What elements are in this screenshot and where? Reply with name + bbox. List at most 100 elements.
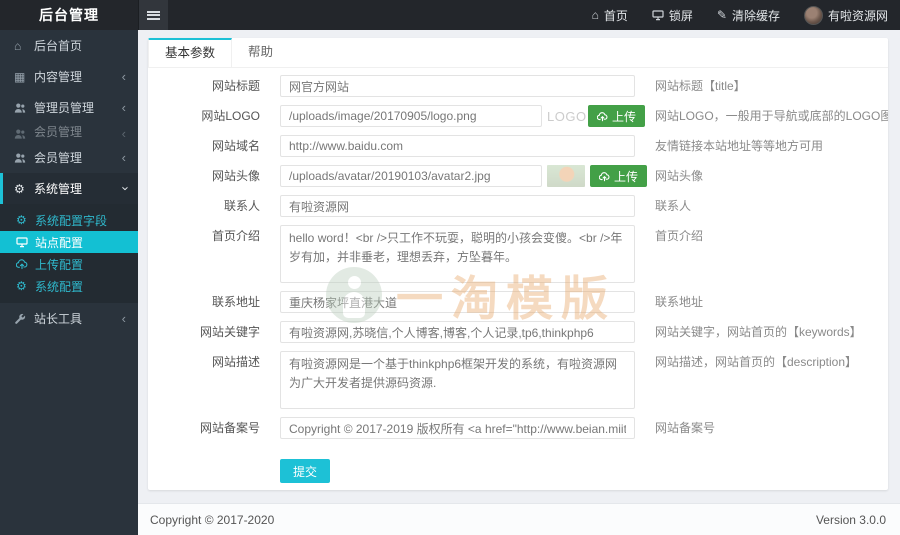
field-label: 网站备案号: [199, 421, 260, 435]
field-label: 首页介绍: [211, 229, 260, 243]
field-help: 网站LOGO，一般用于导航或底部的LOGO图片: [655, 109, 888, 123]
cloud-upload-icon: [599, 171, 610, 182]
site-description-textarea[interactable]: 有啦资源网是一个基于thinkphp6框架开发的系统，有啦资源网为广大开发者提供…: [280, 351, 635, 409]
home-intro-textarea[interactable]: hello word！<br />只工作不玩耍，聪明的小孩会变傻。<br />年…: [280, 225, 635, 283]
contact-address-input[interactable]: [280, 291, 635, 313]
settings-card: 基本参数 帮助 网站标题 网站标题【title】 网站LOGO LOGO 上传: [148, 38, 888, 490]
field-site-domain: 网站域名 友情链接本站地址等等地方可用: [148, 135, 888, 157]
site-keywords-input[interactable]: [280, 321, 635, 343]
user-avatar: [803, 5, 823, 25]
sidebar-item-admins[interactable]: 管理员管理 ‹: [0, 92, 138, 123]
chevron-down-icon: ‹: [116, 186, 132, 191]
upload-avatar-button[interactable]: 上传: [590, 165, 648, 187]
chevron-left-icon: ‹: [121, 126, 126, 141]
nav-clear-cache-label: 清除缓存: [731, 8, 780, 23]
sidebar-item-members[interactable]: 会员管理 ‹: [0, 142, 138, 173]
collapse-menu-button[interactable]: [138, 0, 168, 30]
chevron-left-icon: ‹: [121, 100, 126, 115]
field-site-logo: 网站LOGO LOGO 上传 网站LOGO，一般用于导航或底部的LOGO图片: [148, 105, 888, 127]
avatar-preview-image: [547, 165, 585, 187]
upload-button-label: 上传: [614, 169, 639, 184]
field-label: 网站关键字: [199, 325, 260, 339]
cloud-upload-icon: [16, 258, 35, 270]
home-icon: ⌂: [14, 38, 22, 53]
sidebar-item-label: 会员管理: [34, 125, 83, 139]
sidebar-item-label: 系统管理: [34, 182, 83, 196]
sidebar: ⌂ 后台首页 ▦ 内容管理 ‹ 管理员管理 ‹ 会员管理 ‹ 会员管理 ‹ ⚙ …: [0, 30, 138, 535]
chevron-left-icon: ‹: [121, 150, 126, 165]
wrench-icon: [14, 313, 34, 325]
logo-preview: LOGO: [547, 108, 587, 124]
field-label: 联系地址: [211, 295, 260, 309]
submit-row: 提交: [148, 459, 888, 483]
sidebar-item-label: 管理员管理: [34, 101, 95, 115]
site-domain-input[interactable]: [280, 135, 635, 157]
sidebar-subitem-label: 系统配置字段: [35, 213, 108, 228]
sidebar-subitem-label: 站点配置: [35, 235, 84, 250]
site-logo-input[interactable]: [280, 105, 542, 127]
site-icp-input[interactable]: [280, 417, 635, 439]
sidebar-item-system[interactable]: ⚙ 系统管理 ‹: [0, 173, 138, 204]
gear-icon: ⚙: [16, 279, 27, 293]
grid-icon: ▦: [14, 69, 26, 84]
sidebar-subitem-label: 上传配置: [35, 257, 84, 272]
gear-icon: ⚙: [14, 181, 25, 196]
field-help: 友情链接本站地址等等地方可用: [655, 139, 824, 153]
field-home-intro: 首页介绍 hello word！<br />只工作不玩耍，聪明的小孩会变傻。<b…: [148, 225, 888, 283]
main-content: 基本参数 帮助 网站标题 网站标题【title】 网站LOGO LOGO 上传: [138, 30, 900, 535]
footer: Copyright © 2017-2020 Version 3.0.0: [138, 503, 900, 535]
tab-help[interactable]: 帮助: [232, 38, 289, 67]
users-icon: [14, 102, 34, 114]
submit-button[interactable]: 提交: [280, 459, 331, 483]
field-site-avatar: 网站头像 上传 网站头像: [148, 165, 888, 187]
nav-lock-label: 锁屏: [668, 8, 693, 23]
field-site-title: 网站标题 网站标题【title】: [148, 75, 888, 97]
field-label: 联系人: [223, 199, 260, 213]
contact-person-input[interactable]: [280, 195, 635, 217]
sidebar-item-content[interactable]: ▦ 内容管理 ‹: [0, 61, 138, 92]
field-help: 联系人: [655, 199, 692, 213]
field-help: 网站备案号: [655, 421, 716, 435]
sidebar-item-members-ghost[interactable]: 会员管理 ‹: [0, 123, 138, 142]
nav-lock-screen[interactable]: 锁屏: [640, 0, 705, 30]
sidebar-subitem-config-fields[interactable]: ⚙ 系统配置字段: [0, 209, 138, 231]
chevron-left-icon: ‹: [121, 311, 126, 326]
system-submenu: ⚙ 系统配置字段 站点配置 上传配置 ⚙ 系统配置: [0, 204, 138, 303]
user-menu[interactable]: 有啦资源网: [792, 0, 900, 30]
top-header: 后台管理 ⌂ 首页 锁屏 ✎ 清除缓存 有啦资源网: [0, 0, 900, 30]
field-help: 网站标题【title】: [655, 79, 746, 93]
nav-clear-cache[interactable]: ✎ 清除缓存: [705, 0, 792, 30]
nav-home[interactable]: ⌂ 首页: [580, 0, 640, 30]
sidebar-subitem-site-config[interactable]: 站点配置: [0, 231, 138, 253]
sidebar-subitem-upload-config[interactable]: 上传配置: [0, 253, 138, 275]
field-label: 网站描述: [211, 355, 260, 369]
nav-home-label: 首页: [603, 8, 628, 23]
field-help: 首页介绍: [655, 229, 704, 243]
field-label: 网站标题: [211, 79, 260, 93]
sidebar-item-webmaster-tools[interactable]: 站长工具 ‹: [0, 303, 138, 334]
chevron-left-icon: ‹: [121, 69, 126, 84]
field-help: 联系地址: [655, 295, 704, 309]
sidebar-item-dashboard[interactable]: ⌂ 后台首页: [0, 30, 138, 61]
users-icon: [14, 152, 34, 164]
field-site-icp: 网站备案号 网站备案号: [148, 417, 888, 439]
footer-version: Version 3.0.0: [815, 512, 886, 527]
sidebar-item-label: 会员管理: [34, 151, 83, 165]
upload-logo-button[interactable]: 上传: [588, 105, 646, 127]
tabbar: 基本参数 帮助: [148, 38, 888, 68]
footer-copyright: Copyright © 2017-2020: [150, 512, 275, 527]
tab-basic-params[interactable]: 基本参数: [148, 38, 233, 67]
sidebar-subitem-system-config[interactable]: ⚙ 系统配置: [0, 275, 138, 297]
field-site-description: 网站描述 有啦资源网是一个基于thinkphp6框架开发的系统，有啦资源网为广大…: [148, 351, 888, 409]
sidebar-subitem-label: 系统配置: [35, 279, 84, 294]
upload-button-label: 上传: [612, 109, 637, 124]
header-nav: ⌂ 首页 锁屏 ✎ 清除缓存 有啦资源网: [580, 0, 900, 30]
site-avatar-input[interactable]: [280, 165, 542, 187]
site-title-input[interactable]: [280, 75, 635, 97]
home-icon: ⌂: [591, 8, 599, 22]
monitor-icon: [16, 236, 35, 248]
brush-icon: ✎: [716, 8, 727, 22]
field-label: 网站LOGO: [201, 109, 260, 123]
sidebar-item-label: 后台首页: [34, 39, 83, 53]
field-help: 网站头像: [655, 169, 704, 183]
